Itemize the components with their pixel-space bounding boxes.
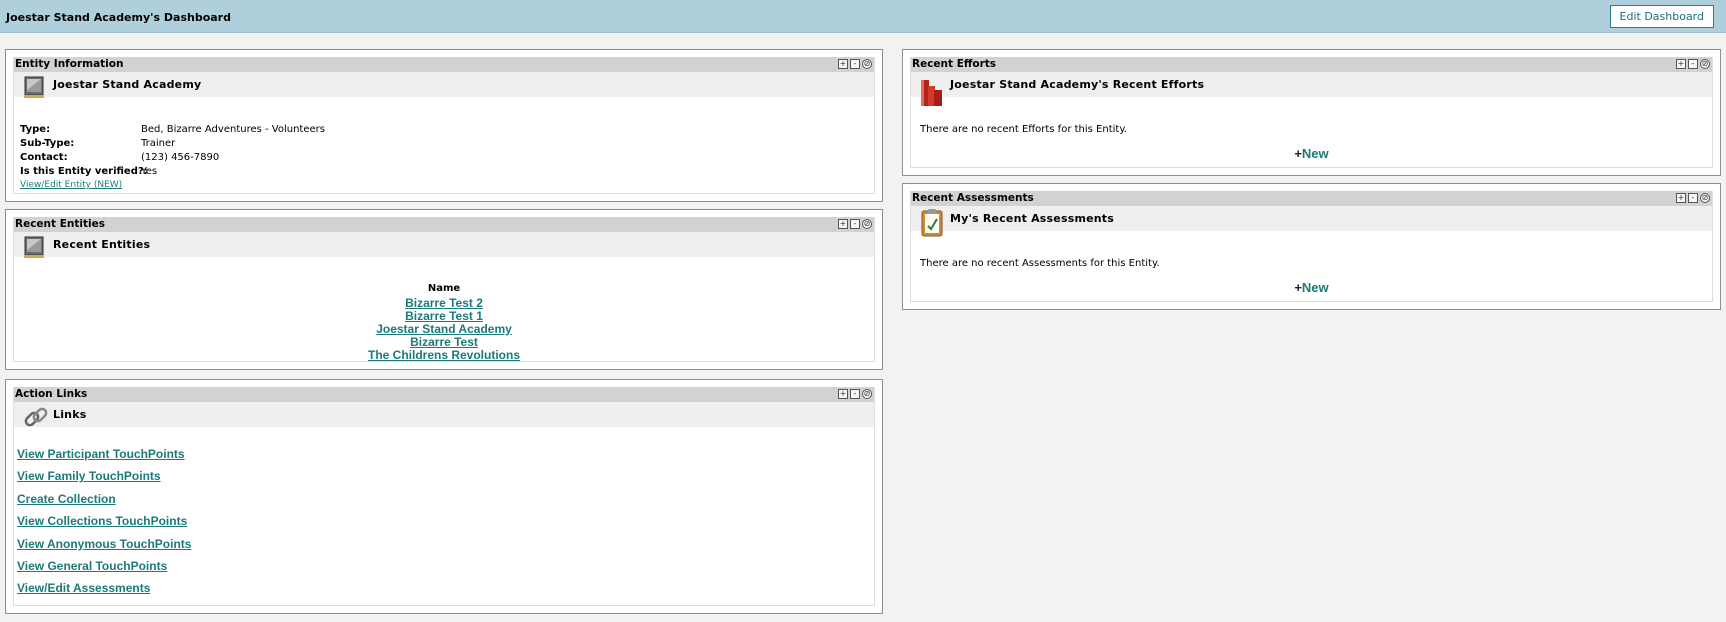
widget-header: Recent Entities + - ⊘ (14, 217, 874, 232)
plus-icon: + (1294, 146, 1302, 161)
widget-title: Recent Efforts (912, 58, 997, 70)
minimize-icon[interactable]: - (1688, 59, 1698, 69)
recent-entities-widget: Recent Entities + - ⊘ Recent Entities Na… (5, 209, 883, 370)
chain-link-icon (22, 403, 52, 436)
new-effort-button[interactable]: +New (911, 146, 1712, 161)
no-assessments-message: There are no recent Assessments for this… (920, 258, 1160, 269)
dashboard-header: Joestar Stand Academy's Dashboard Edit D… (0, 0, 1726, 33)
expand-icon[interactable]: + (1676, 59, 1686, 69)
widget-header: Entity Information + - ⊘ (14, 57, 874, 72)
view-family-touchpoints-link[interactable]: View Family TouchPoints (17, 469, 191, 491)
view-anonymous-touchpoints-link[interactable]: View Anonymous TouchPoints (17, 537, 191, 559)
view-collections-touchpoints-link[interactable]: View Collections TouchPoints (17, 514, 191, 536)
bar-chart-icon (919, 74, 945, 111)
close-icon[interactable]: ⊘ (862, 219, 872, 229)
new-assessment-button[interactable]: +New (911, 280, 1712, 295)
clipboard-icon (919, 208, 945, 241)
widget-controls: + - ⊘ (838, 59, 872, 69)
close-icon[interactable]: ⊘ (862, 389, 872, 399)
widget-title: Recent Assessments (912, 192, 1034, 204)
expand-icon[interactable]: + (838, 219, 848, 229)
entity-link[interactable]: The Childrens Revolutions (14, 349, 874, 362)
close-icon[interactable]: ⊘ (1700, 59, 1710, 69)
action-links-list: View Participant TouchPoints View Family… (17, 447, 191, 604)
recent-entities-heading: Recent Entities (53, 238, 151, 251)
view-edit-entity-link[interactable]: View/Edit Entity (NEW) (20, 180, 122, 190)
name-column-header: Name (427, 283, 461, 294)
monitor-icon (22, 235, 46, 262)
minimize-icon[interactable]: - (850, 219, 860, 229)
entity-information-widget: Entity Information + - ⊘ Joestar Stand A… (5, 49, 883, 202)
widget-header: Recent Assessments + - ⊘ (911, 191, 1712, 206)
widget-controls: + - ⊘ (1676, 193, 1710, 203)
widget-header: Action Links + - ⊘ (14, 387, 874, 402)
minimize-icon[interactable]: - (850, 389, 860, 399)
close-icon[interactable]: ⊘ (1700, 193, 1710, 203)
recent-assessments-widget: Recent Assessments + - ⊘ My's Recent Ass… (902, 183, 1721, 310)
recent-efforts-heading: Joestar Stand Academy's Recent Efforts (950, 78, 1205, 91)
widget-controls: + - ⊘ (838, 389, 872, 399)
widget-title: Recent Entities (15, 218, 105, 230)
action-links-widget: Action Links + - ⊘ Links View Participan… (5, 379, 883, 614)
widget-header: Recent Efforts + - ⊘ (911, 57, 1712, 72)
links-heading: Links (53, 408, 87, 421)
recent-assessments-heading: My's Recent Assessments (950, 212, 1115, 225)
widget-subheader: Recent Entities (14, 232, 874, 258)
page-title: Joestar Stand Academy's Dashboard (6, 11, 231, 24)
plus-icon: + (1294, 280, 1302, 295)
widget-title: Entity Information (15, 58, 124, 70)
widget-controls: + - ⊘ (838, 219, 872, 229)
edit-dashboard-button[interactable]: Edit Dashboard (1609, 5, 1714, 28)
widget-subheader: Joestar Stand Academy (14, 72, 874, 98)
expand-icon[interactable]: + (838, 389, 848, 399)
create-collection-link[interactable]: Create Collection (17, 492, 191, 514)
expand-icon[interactable]: + (1676, 193, 1686, 203)
monitor-icon (22, 75, 46, 102)
close-icon[interactable]: ⊘ (862, 59, 872, 69)
widget-subheader: Joestar Stand Academy's Recent Efforts (911, 72, 1712, 106)
minimize-icon[interactable]: - (850, 59, 860, 69)
no-efforts-message: There are no recent Efforts for this Ent… (920, 124, 1127, 135)
expand-icon[interactable]: + (838, 59, 848, 69)
view-general-touchpoints-link[interactable]: View General TouchPoints (17, 559, 191, 581)
entity-name-heading: Joestar Stand Academy (53, 78, 202, 91)
minimize-icon[interactable]: - (1688, 193, 1698, 203)
recent-entities-list: Name Bizarre Test 2 Bizarre Test 1 Joest… (14, 283, 874, 362)
view-edit-assessments-link[interactable]: View/Edit Assessments (17, 581, 191, 603)
widget-controls: + - ⊘ (1676, 59, 1710, 69)
view-participant-touchpoints-link[interactable]: View Participant TouchPoints (17, 447, 191, 469)
widget-title: Action Links (15, 388, 88, 400)
widget-subheader: Links (14, 402, 874, 427)
recent-efforts-widget: Recent Efforts + - ⊘ Joestar Stand Acade… (902, 49, 1721, 176)
widget-subheader: My's Recent Assessments (911, 206, 1712, 237)
